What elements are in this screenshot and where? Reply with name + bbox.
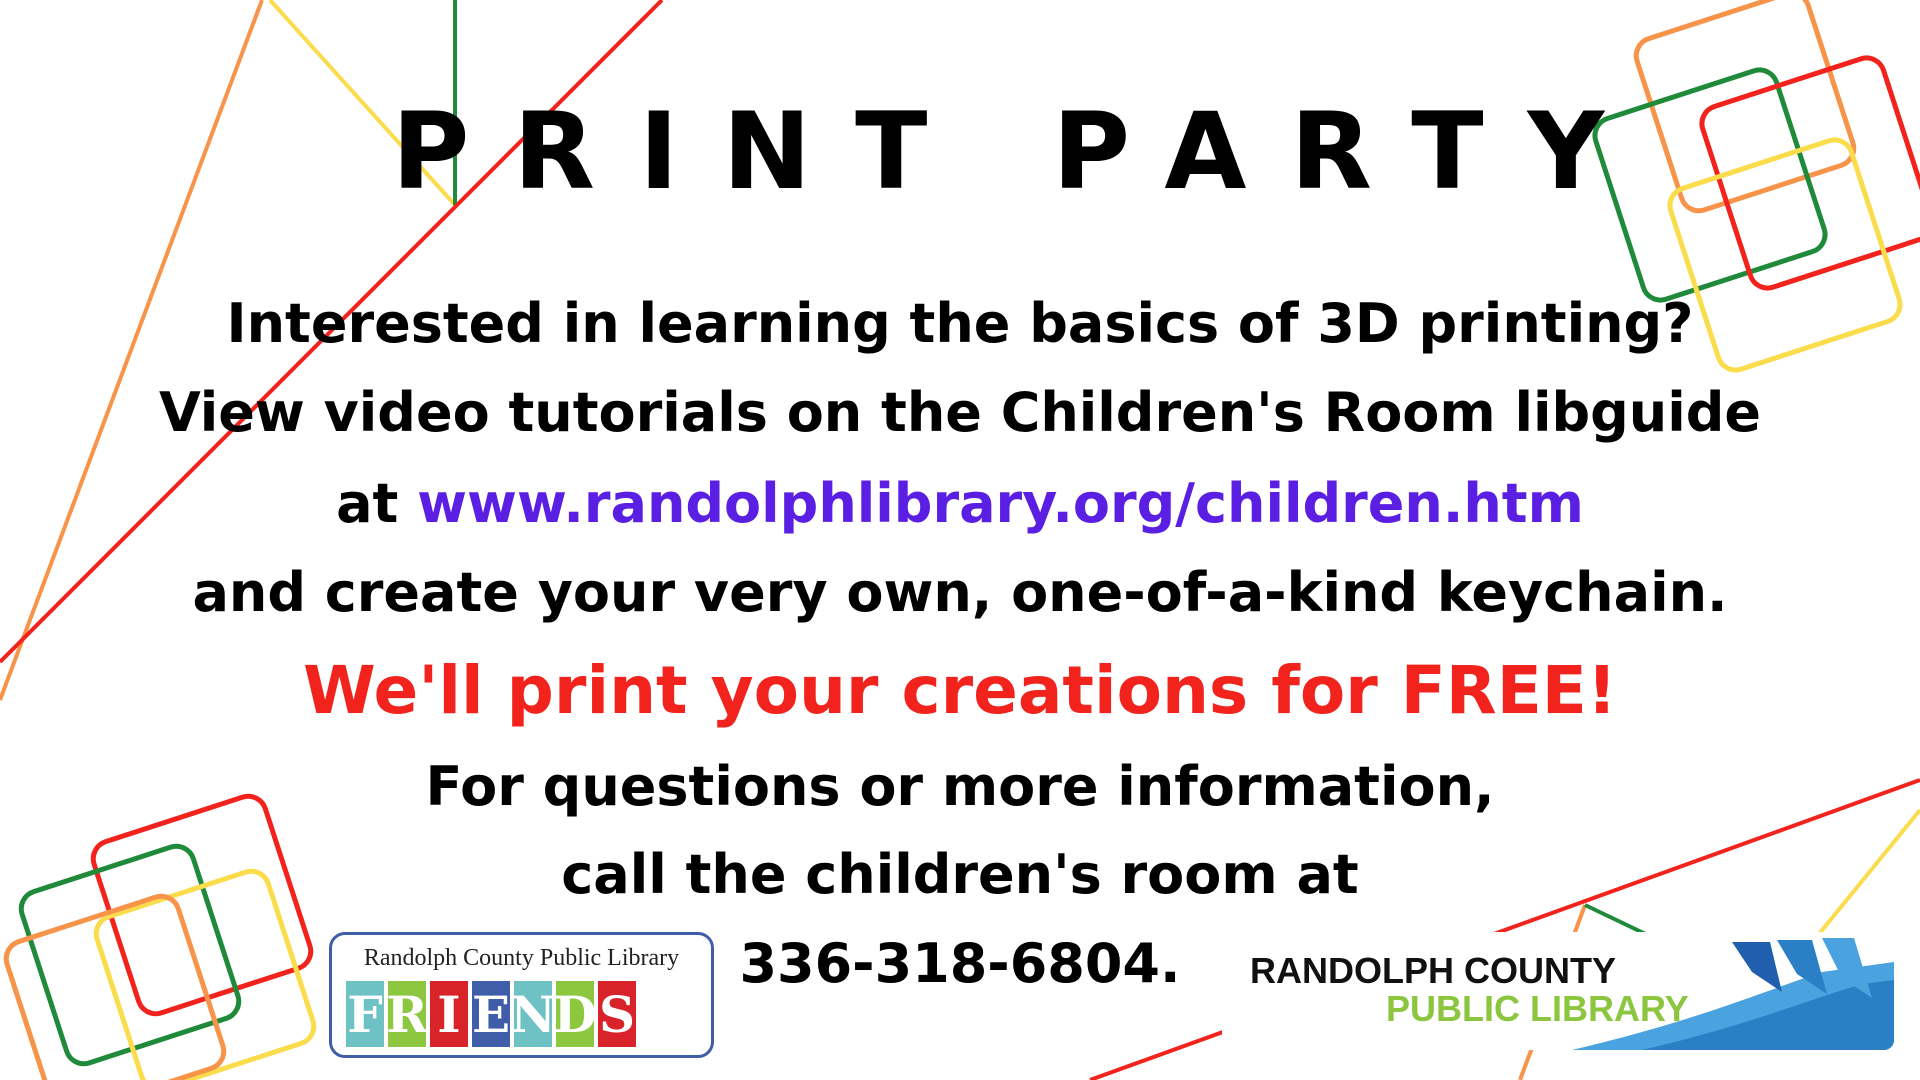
- friends-logo-word: FRIENDS: [346, 981, 636, 1049]
- free-print-highlight: We'll print your creations for FREE!: [303, 652, 1617, 729]
- keychain-line: and create your very own, one-of-a-kind …: [192, 561, 1728, 624]
- library-logo-line2: PUBLIC LIBRARY: [1386, 988, 1689, 1029]
- friends-letter-tile: R: [386, 981, 428, 1047]
- randolph-county-public-library-logo: RANDOLPH COUNTY PUBLIC LIBRARY: [1222, 932, 1894, 1050]
- questions-line: For questions or more information,: [425, 755, 1495, 818]
- friends-letter-tile: D: [553, 981, 597, 1047]
- friends-letter-tile: I: [430, 981, 468, 1047]
- tutorial-line: View video tutorials on the Children's R…: [158, 381, 1762, 444]
- friends-logo-caption: Randolph County Public Library: [363, 945, 680, 971]
- url-line: at www.randolphlibrary.org/children.htm: [0, 472, 1920, 535]
- friends-letter-tile: F: [346, 981, 384, 1047]
- url-prefix: at: [336, 472, 418, 535]
- library-url-link[interactable]: www.randolphlibrary.org/children.htm: [417, 472, 1584, 535]
- friends-of-library-logo: Randolph County Public Library FRIENDS: [329, 932, 714, 1058]
- library-logo-line1: RANDOLPH COUNTY: [1250, 950, 1616, 991]
- deco-square-orange-bl: [3, 893, 227, 1080]
- friends-letter-tile: N: [510, 981, 556, 1047]
- intro-line: Interested in learning the basics of 3D …: [226, 292, 1694, 355]
- friends-letter-tile: S: [598, 981, 636, 1047]
- page-title: PRINT PARTY: [391, 90, 1649, 213]
- friends-letter-tile: E: [472, 981, 510, 1047]
- call-line: call the children's room at: [561, 843, 1359, 906]
